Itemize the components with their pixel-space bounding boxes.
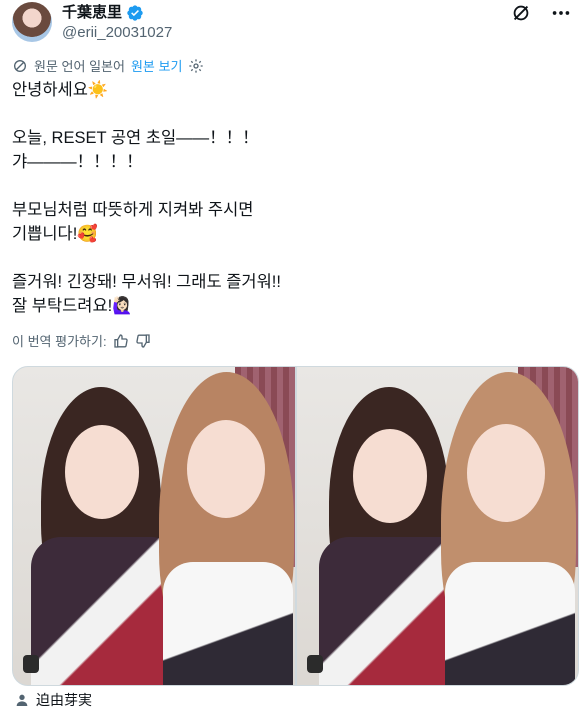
media-grid (12, 366, 579, 686)
thumbs-up-icon[interactable] (113, 333, 129, 349)
tweet-header: 千葉恵里 @erii_20031027 (12, 2, 576, 42)
gear-icon[interactable] (188, 58, 204, 74)
more-horizontal-icon[interactable] (550, 2, 572, 24)
tagged-user-name[interactable]: 迫由芽実 (36, 690, 92, 710)
photo-1[interactable] (13, 367, 295, 685)
person-right (153, 372, 295, 685)
author-handle[interactable]: @erii_20031027 (62, 23, 172, 43)
gif-badge (23, 655, 39, 673)
translation-bar: 원문 언어 일본어 원본 보기 (12, 56, 204, 75)
translate-icon (14, 59, 26, 72)
photo-2[interactable] (296, 367, 579, 685)
show-original-link[interactable]: 원본 보기 (131, 56, 182, 75)
rate-translation-row: 이 번역 평가하기: (12, 331, 151, 350)
person-right (435, 372, 579, 685)
rate-translation-label: 이 번역 평가하기: (12, 334, 107, 349)
tweet-text: 안녕하세요☀️ 오늘, RESET 공연 초일——！！！ 갸———！！！！ 부모… (12, 81, 281, 315)
gif-badge (306, 655, 323, 673)
slash-circle-icon[interactable] (510, 2, 532, 24)
author-name-row[interactable]: 千葉恵里 (62, 3, 144, 23)
header-actions (510, 2, 572, 24)
tagged-users[interactable]: 迫由芽実 (14, 690, 92, 710)
author-display-name[interactable]: 千葉恵里 (62, 3, 122, 23)
source-language-label: 원문 언어 일본어 (34, 59, 125, 74)
thumbs-down-icon[interactable] (135, 333, 151, 349)
avatar[interactable] (12, 2, 52, 42)
user-icon (16, 694, 28, 706)
verified-badge-icon (127, 5, 143, 21)
